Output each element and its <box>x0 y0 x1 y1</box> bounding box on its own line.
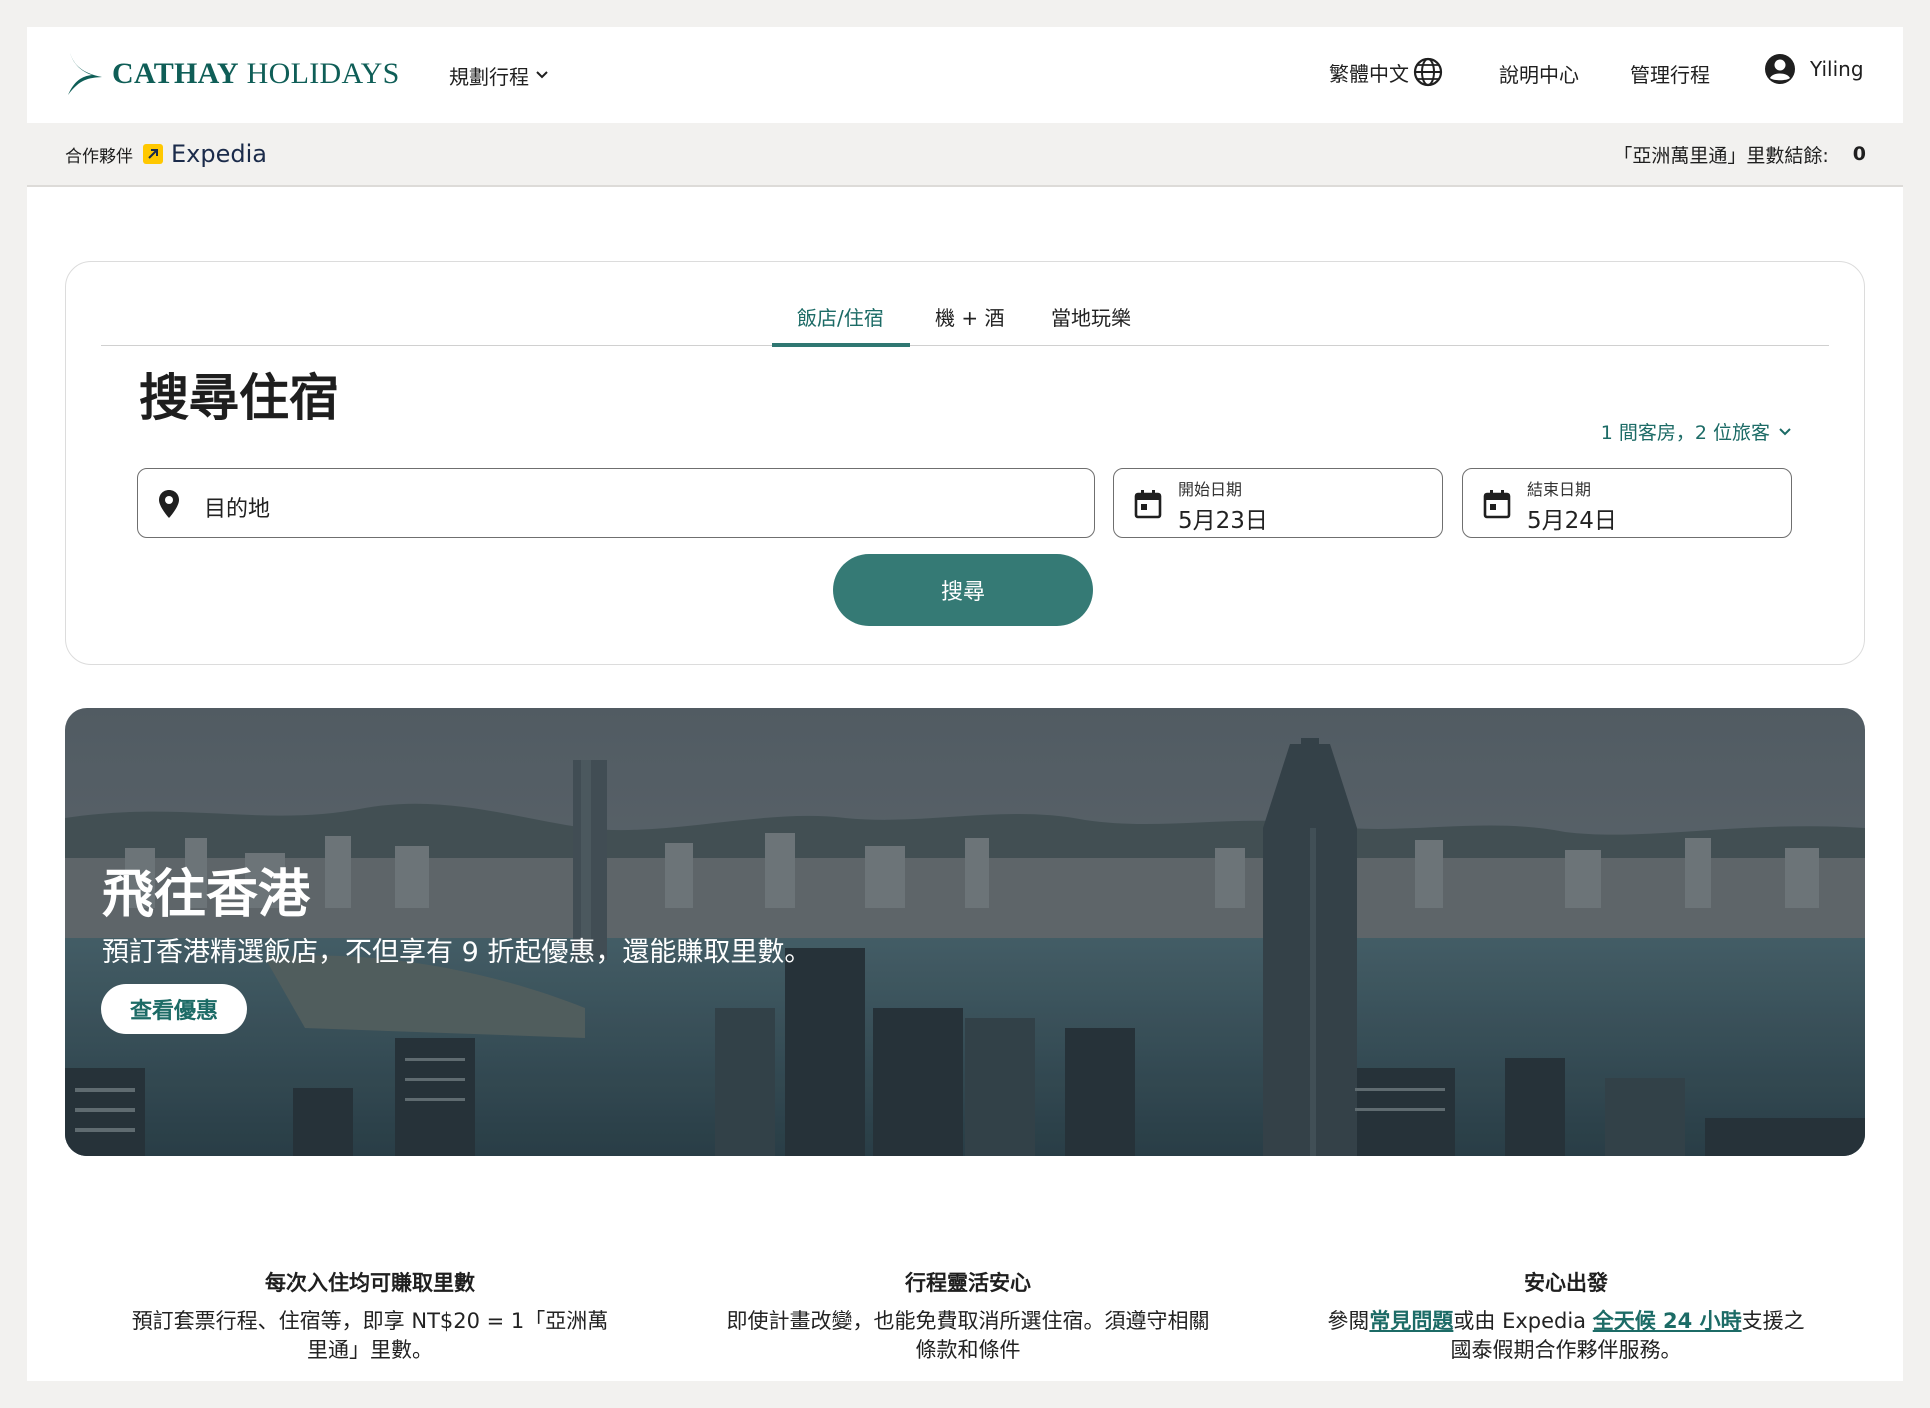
tab-things-to-do[interactable]: 當地玩樂 <box>1051 302 1131 331</box>
end-date-label: 結束日期 <box>1527 480 1592 499</box>
feature-text: 參閱常見問題或由 Expedia 全天候 24 小時支援之國泰假期合作夥伴服務。 <box>1321 1307 1811 1365</box>
partner-label: 合作夥伴 <box>65 146 133 167</box>
chevron-down-icon <box>536 71 548 79</box>
destination-field[interactable]: 目的地 <box>137 468 1095 538</box>
expedia-arrow-icon <box>143 144 163 164</box>
logo-product-text: HOLIDAYS <box>246 57 400 90</box>
search-tabs: 飯店/住宿 機 + 酒 當地玩樂 <box>66 288 1864 348</box>
tabs-divider <box>101 345 1829 346</box>
plan-trip-label: 規劃行程 <box>449 64 529 89</box>
feature-title: 每次入住均可賺取里數 <box>265 1271 475 1295</box>
miles-balance: 「亞洲萬里通」里數結餘: 0 <box>1613 123 1866 185</box>
start-date-field[interactable]: 開始日期 5月23日 <box>1113 468 1443 538</box>
destination-placeholder: 目的地 <box>204 497 271 522</box>
search-card: 飯店/住宿 機 + 酒 當地玩樂 搜尋住宿 1 間客房，2 位旅客 目的地 開始… <box>65 261 1865 665</box>
start-date-label: 開始日期 <box>1178 480 1243 499</box>
feature-title: 行程靈活安心 <box>905 1271 1031 1295</box>
page-frame: CATHAY HOLIDAYS 規劃行程 繁體中文 說明中心 管理行程 Yili… <box>27 27 1903 1381</box>
miles-value: 0 <box>1852 143 1866 165</box>
top-navigation: CATHAY HOLIDAYS 規劃行程 繁體中文 說明中心 管理行程 Yili… <box>27 27 1903 123</box>
partner-name: Expedia <box>171 140 267 168</box>
globe-icon <box>1413 57 1443 87</box>
feature-text: 預訂套票行程、住宿等，即享 NT$20 = 1「亞洲萬里通」里數。 <box>131 1309 609 1362</box>
account-circle-icon <box>1765 54 1795 84</box>
end-date-field[interactable]: 結束日期 5月24日 <box>1462 468 1792 538</box>
banner-title: 飛往香港 <box>102 865 311 925</box>
chevron-down-icon <box>1779 427 1791 435</box>
end-date-value: 5月24日 <box>1527 508 1617 534</box>
language-label: 繁體中文 <box>1329 61 1409 86</box>
help-center-link[interactable]: 說明中心 <box>1499 57 1579 93</box>
support-24h-link[interactable]: 全天候 24 小時 <box>1593 1309 1742 1333</box>
calendar-icon <box>1134 490 1162 519</box>
rooms-guests-selector[interactable]: 1 間客房，2 位旅客 <box>1601 418 1792 445</box>
logo-brand-text: CATHAY <box>112 57 239 90</box>
user-name: Yiling <box>1810 57 1864 81</box>
feature-title: 安心出發 <box>1524 1271 1608 1295</box>
plan-trip-menu[interactable]: 規劃行程 <box>449 57 549 93</box>
miles-label: 「亞洲萬里通」里數結餘: <box>1613 144 1829 167</box>
feature-flexible-trips: 行程靈活安心 即使計畫改變，也能免費取消所選住宿。須遵守相關條款和條件 <box>723 1267 1213 1365</box>
language-selector[interactable]: 繁體中文 <box>1329 57 1443 87</box>
tab-flight-hotel[interactable]: 機 + 酒 <box>935 302 1004 331</box>
feature-text-middle: 或由 Expedia <box>1453 1309 1593 1333</box>
faq-link[interactable]: 常見問題 <box>1369 1309 1453 1333</box>
view-offers-button[interactable]: 查看優惠 <box>101 984 247 1034</box>
user-account-menu[interactable]: Yiling <box>1764 53 1864 85</box>
manage-trips-link[interactable]: 管理行程 <box>1630 57 1710 93</box>
tab-stays[interactable]: 飯店/住宿 <box>797 302 884 331</box>
feature-text-before: 參閱 <box>1327 1309 1370 1333</box>
feature-text: 即使計畫改變，也能免費取消所選住宿。須遵守相關條款和條件 <box>726 1309 1210 1362</box>
search-title: 搜尋住宿 <box>139 369 339 427</box>
feature-peace-of-mind: 安心出發 參閱常見問題或由 Expedia 全天候 24 小時支援之國泰假期合作… <box>1321 1267 1811 1365</box>
rooms-guests-label: 1 間客房，2 位旅客 <box>1600 422 1770 444</box>
banner-subtitle: 預訂香港精選飯店，不但享有 9 折起優惠，還能賺取里數。 <box>102 937 812 968</box>
search-button[interactable]: 搜尋 <box>833 554 1093 626</box>
cathay-wing-logo-icon <box>68 53 102 95</box>
active-tab-indicator <box>772 343 910 347</box>
location-pin-icon <box>159 490 179 518</box>
partner-info: 合作夥伴 Expedia <box>65 123 267 185</box>
partner-bar: 合作夥伴 Expedia 「亞洲萬里通」里數結餘: 0 <box>27 123 1903 187</box>
cathay-holidays-logo[interactable]: CATHAY HOLIDAYS <box>64 49 400 99</box>
start-date-value: 5月23日 <box>1178 508 1268 534</box>
calendar-icon <box>1483 490 1511 519</box>
feature-earn-miles: 每次入住均可賺取里數 預訂套票行程、住宿等，即享 NT$20 = 1「亞洲萬里通… <box>125 1267 615 1365</box>
hong-kong-promo-banner: 飛往香港 預訂香港精選飯店，不但享有 9 折起優惠，還能賺取里數。 查看優惠 <box>65 708 1865 1156</box>
